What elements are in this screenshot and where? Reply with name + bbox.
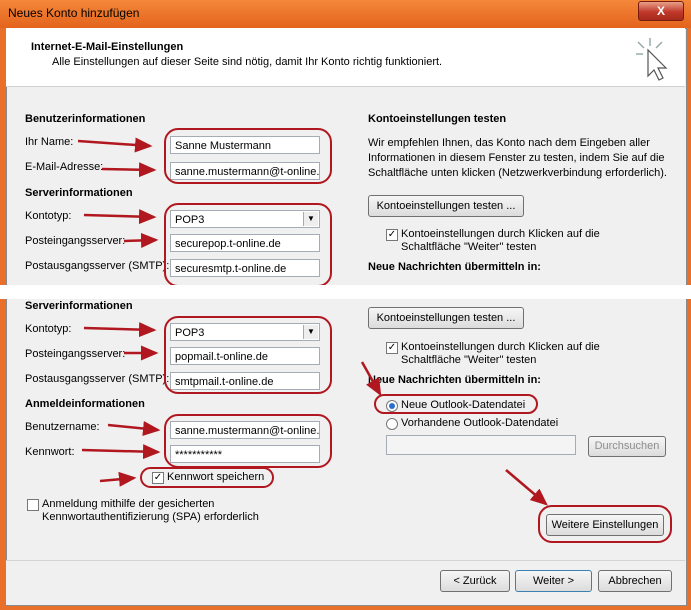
radio-existing-datafile[interactable]	[386, 418, 398, 430]
close-button[interactable]: X	[638, 1, 684, 21]
server-info-heading: Serverinformationen	[25, 187, 133, 199]
test-settings-button-2[interactable]: Kontoeinstellungen testen ...	[368, 307, 524, 329]
name-label: Ihr Name:	[25, 136, 74, 148]
test-checkbox-label: Kontoeinstellungen durch Klicken auf die…	[401, 228, 600, 253]
server-info-heading-2: Serverinformationen	[25, 300, 133, 312]
radio-existing-datafile-label: Vorhandene Outlook-Datendatei	[401, 417, 559, 429]
header-title: Internet-E-Mail-Einstellungen	[31, 41, 184, 53]
test-checkbox[interactable]: ✓	[386, 229, 398, 241]
back-button[interactable]: < Zurück	[440, 570, 510, 592]
highlight-name-email	[164, 128, 332, 184]
user-info-heading: Benutzerinformationen	[25, 113, 146, 125]
next-button[interactable]: Weiter >	[515, 570, 592, 592]
header-subtitle: Alle Einstellungen auf dieser Seite sind…	[52, 56, 443, 68]
highlight-server-fields	[164, 203, 332, 287]
highlight-login-fields	[164, 414, 332, 468]
test-settings-text: Wir empfehlen Ihnen, das Konto nach dem …	[368, 137, 667, 179]
highlight-new-datafile	[374, 394, 538, 414]
spa-checkbox[interactable]	[27, 499, 39, 511]
browse-button[interactable]: Durchsuchen	[588, 436, 666, 457]
test-settings-button[interactable]: Kontoeinstellungen testen ...	[368, 195, 524, 217]
account-type-label-2: Kontotyp:	[25, 323, 72, 335]
username-label: Benutzername:	[25, 421, 100, 433]
test-settings-heading: Kontoeinstellungen testen	[368, 113, 507, 125]
cursor-sparkle-icon	[636, 38, 668, 81]
spa-label: Anmeldung mithilfe der gesicherten Kennw…	[42, 498, 259, 523]
highlight-server-fields-2	[164, 316, 332, 394]
separator-band	[0, 285, 691, 299]
datafile-path-input[interactable]	[386, 435, 576, 455]
login-info-heading: Anmeldeinformationen	[25, 398, 145, 410]
test-checkbox-label-2: Kontoeinstellungen durch Klicken auf die…	[401, 341, 600, 366]
test-checkbox-2[interactable]: ✓	[386, 342, 398, 354]
incoming-server-label: Posteingangsserver:	[25, 235, 126, 247]
highlight-more-settings	[538, 505, 672, 543]
window-title: Neues Konto hinzufügen	[8, 6, 140, 20]
deliver-heading-2: Neue Nachrichten übermitteln in:	[368, 374, 541, 386]
email-label: E-Mail-Adresse:	[25, 161, 104, 173]
account-type-label: Kontotyp:	[25, 210, 72, 222]
highlight-remember-password	[140, 467, 274, 488]
deliver-heading: Neue Nachrichten übermitteln in:	[368, 261, 541, 273]
cancel-button[interactable]: Abbrechen	[598, 570, 672, 592]
password-label: Kennwort:	[25, 446, 75, 458]
incoming-server-label-2: Posteingangsserver:	[25, 348, 126, 360]
outgoing-server-label: Postausgangsserver (SMTP):	[25, 260, 170, 272]
outgoing-server-label-2: Postausgangsserver (SMTP):	[25, 373, 170, 385]
